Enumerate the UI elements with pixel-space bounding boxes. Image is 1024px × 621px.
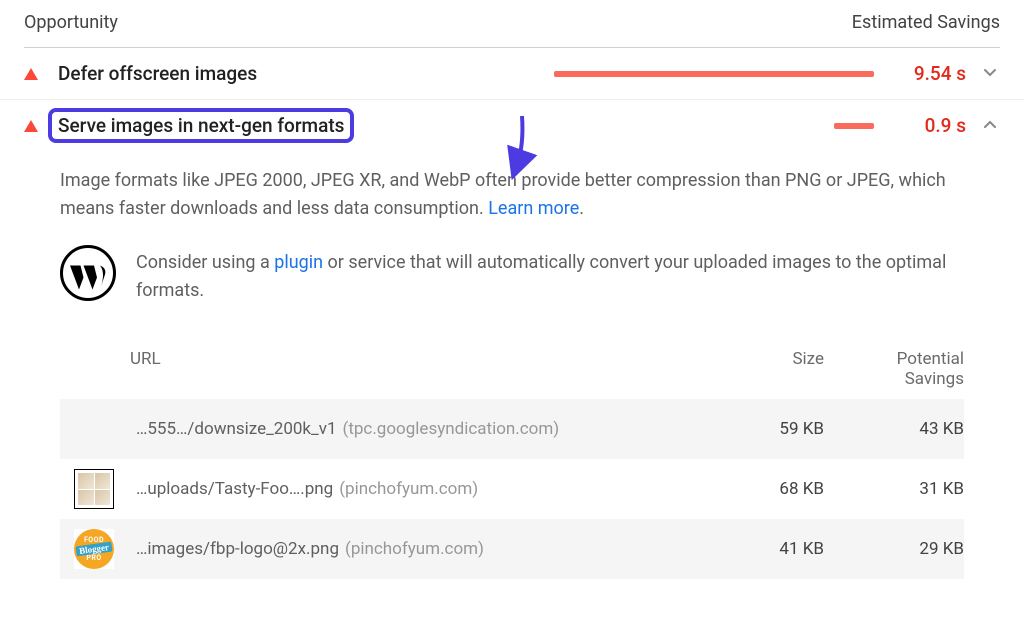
header-row: Opportunity Estimated Savings <box>0 0 1024 47</box>
size-cell: 59 KB <box>734 419 854 439</box>
url-domain: (pinchofyum.com) <box>339 479 478 499</box>
savings-value: 0.9 s <box>896 114 966 137</box>
table-header-row: URL Size Potential Savings <box>60 325 964 400</box>
plugin-link[interactable]: plugin <box>274 252 323 273</box>
stack-pack-advice: Consider using a plugin or service that … <box>60 239 964 325</box>
thumbnail-image: FOOD Blogger PRO <box>74 529 114 569</box>
savings-bar-area <box>364 123 882 129</box>
warning-triangle-icon <box>24 120 38 132</box>
potential-line1: Potential <box>897 349 964 369</box>
savings-value: 9.54 s <box>896 62 966 85</box>
potential-cell: 43 KB <box>854 419 964 439</box>
table-row: …555…/downsize_200k_v1 (tpc.googlesyndic… <box>60 399 964 459</box>
advice-prefix: Consider using a <box>136 252 274 273</box>
lighthouse-opportunities-panel: Opportunity Estimated Savings Defer offs… <box>0 0 1024 579</box>
learn-more-link[interactable]: Learn more <box>488 198 579 219</box>
url-domain: (pinchofyum.com) <box>345 539 484 559</box>
potential-line2: Savings <box>905 369 964 389</box>
savings-bar-area <box>277 71 882 77</box>
opportunity-title: Serve images in next-gen formats <box>52 112 350 139</box>
col-header-url: URL <box>130 349 734 390</box>
size-cell: 68 KB <box>734 479 854 499</box>
url-domain: (tpc.googlesyndication.com) <box>343 419 560 439</box>
header-savings-label: Estimated Savings <box>852 12 1000 33</box>
opportunity-row-defer-offscreen[interactable]: Defer offscreen images 9.54 s <box>0 48 1024 100</box>
potential-cell: 29 KB <box>854 539 964 559</box>
col-header-size: Size <box>734 349 854 390</box>
table-row: FOOD Blogger PRO …images/fbp-logo@2x.png… <box>60 519 964 579</box>
size-cell: 41 KB <box>734 539 854 559</box>
thumbnail-image <box>74 469 114 509</box>
opportunity-description: Image formats like JPEG 2000, JPEG XR, a… <box>60 157 964 239</box>
savings-bar <box>554 71 874 77</box>
table-row: …uploads/Tasty-Foo….png (pinchofyum.com)… <box>60 459 964 519</box>
chevron-down-icon[interactable] <box>980 64 1000 83</box>
thumbnail-placeholder <box>74 409 114 449</box>
url-path[interactable]: …uploads/Tasty-Foo….png <box>136 479 333 499</box>
opportunity-details: Image formats like JPEG 2000, JPEG XR, a… <box>0 151 1024 579</box>
savings-bar <box>834 123 874 129</box>
potential-cell: 31 KB <box>854 479 964 499</box>
url-path[interactable]: …555…/downsize_200k_v1 <box>136 419 337 439</box>
chevron-up-icon[interactable] <box>980 116 1000 135</box>
col-header-potential: Potential Savings <box>854 349 964 390</box>
url-path[interactable]: …images/fbp-logo@2x.png <box>136 539 339 559</box>
opportunity-title: Defer offscreen images <box>52 60 263 87</box>
header-opportunity-label: Opportunity <box>24 12 118 33</box>
warning-triangle-icon <box>24 68 38 80</box>
fbp-bot-text: PRO <box>86 554 101 562</box>
wordpress-icon <box>60 245 116 301</box>
stack-advice-text: Consider using a plugin or service that … <box>136 245 964 305</box>
opportunity-row-nextgen-formats[interactable]: Serve images in next-gen formats 0.9 s <box>0 100 1024 151</box>
